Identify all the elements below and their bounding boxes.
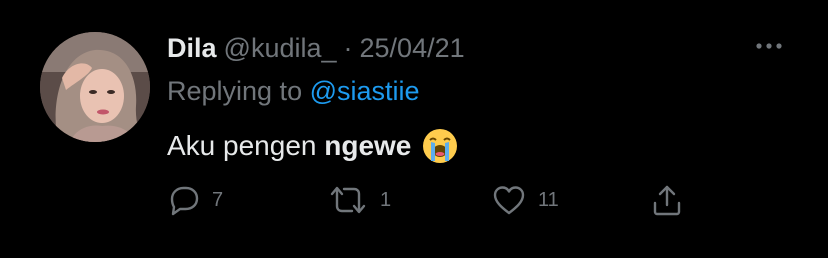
like-count: 11 bbox=[538, 188, 559, 211]
reply-icon bbox=[166, 184, 200, 216]
reply-button[interactable]: 7 bbox=[166, 180, 223, 220]
avatar[interactable] bbox=[40, 32, 150, 142]
retweet-count: 1 bbox=[380, 188, 392, 211]
reply-count: 7 bbox=[212, 188, 224, 211]
tweet[interactable]: Dila @kudila_ · 25/04/21 Replying to @si… bbox=[0, 0, 828, 258]
retweet-button[interactable]: 1 bbox=[328, 180, 391, 220]
replying-to-label: Replying to bbox=[167, 76, 310, 106]
share-icon bbox=[650, 183, 684, 217]
tweet-date[interactable]: 25/04/21 bbox=[360, 33, 465, 64]
retweet-icon bbox=[328, 184, 368, 216]
display-name[interactable]: Dila bbox=[167, 33, 217, 64]
like-button[interactable]: 11 bbox=[492, 180, 559, 220]
more-horizontal-icon[interactable] bbox=[752, 36, 786, 56]
share-button[interactable] bbox=[650, 180, 684, 220]
loudly-crying-face-emoji bbox=[421, 127, 459, 165]
tweet-text-normal: Aku pengen bbox=[167, 130, 325, 161]
replying-to-line: Replying to @siastiie bbox=[167, 76, 420, 107]
tweet-text-bold: ngewe bbox=[324, 130, 412, 161]
heart-icon bbox=[492, 184, 526, 216]
tweet-actions: 7 1 11 bbox=[0, 180, 828, 220]
tweet-header: Dila @kudila_ · 25/04/21 bbox=[167, 30, 465, 66]
replying-to-mention[interactable]: @siastiie bbox=[310, 76, 420, 106]
tweet-text: Aku pengen ngewe bbox=[167, 127, 459, 165]
user-handle[interactable]: @kudila_ bbox=[224, 33, 337, 64]
separator-dot: · bbox=[343, 32, 353, 63]
